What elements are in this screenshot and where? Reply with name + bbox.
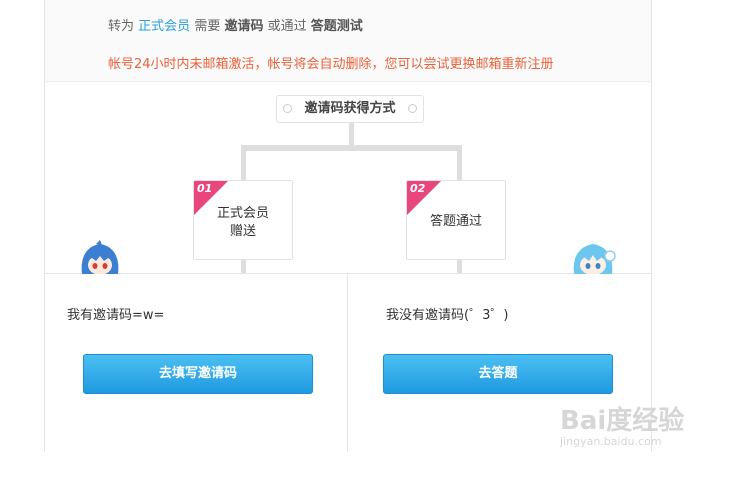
notice-quiz: 答题测试 bbox=[310, 19, 363, 34]
connector-bar bbox=[241, 145, 462, 151]
method-card-quiz: 02 答题通过 bbox=[406, 180, 506, 260]
card-number: 02 bbox=[410, 182, 426, 195]
notice-invite-code: 邀请码 bbox=[224, 19, 264, 34]
mascot-left-icon bbox=[81, 240, 119, 274]
card-label: 正式会员 bbox=[216, 206, 269, 221]
baidu-jingyan-watermark: Bai度经验 jingyan.baidu.com bbox=[560, 400, 684, 448]
has-code-label: 我有邀请码=w= bbox=[67, 308, 165, 323]
connector-right-drop bbox=[457, 145, 462, 181]
take-quiz-button[interactable]: 去答题 bbox=[383, 354, 613, 394]
invite-panel: 转为 正式会员 需要 邀请码 或通过 答题测试 帐号24小时内未邮箱激活，帐号将… bbox=[44, 0, 652, 452]
no-code-label: 我没有邀请码(゜3゜) bbox=[386, 308, 509, 323]
watermark-logo: Bai度经验 bbox=[560, 406, 685, 436]
notice-or: 或通过 bbox=[267, 19, 307, 34]
connector-stem bbox=[349, 123, 354, 147]
connector-right-down bbox=[457, 259, 462, 274]
member-link[interactable]: 正式会员 bbox=[138, 19, 190, 34]
method-card-member-gift: 01 正式会员 赠送 bbox=[193, 180, 293, 260]
enter-invite-code-button[interactable]: 去填写邀请码 bbox=[83, 354, 313, 394]
divider bbox=[347, 274, 348, 452]
card-number: 01 bbox=[197, 182, 213, 195]
circle-icon bbox=[283, 104, 292, 113]
notice-prefix: 转为 bbox=[108, 19, 135, 34]
connector-left-down bbox=[241, 259, 246, 274]
notice-needs: 需要 bbox=[194, 19, 221, 34]
activation-warning: 帐号24小时内未邮箱激活，帐号将会自动删除，您可以尝试更换邮箱重新注册 bbox=[108, 57, 554, 72]
method-title-box: 邀请码获得方式 bbox=[276, 95, 424, 123]
mascot-right-icon bbox=[573, 244, 616, 274]
upgrade-notice: 转为 正式会员 需要 邀请码 或通过 答题测试 bbox=[108, 15, 363, 34]
circle-icon bbox=[408, 104, 417, 113]
card-label-line2: 赠送 bbox=[229, 224, 256, 239]
card-label: 答题通过 bbox=[429, 214, 482, 229]
connector-left-drop bbox=[241, 145, 246, 181]
method-title: 邀请码获得方式 bbox=[304, 101, 396, 116]
notice-area: 转为 正式会员 需要 邀请码 或通过 答题测试 帐号24小时内未邮箱激活，帐号将… bbox=[45, 0, 651, 82]
